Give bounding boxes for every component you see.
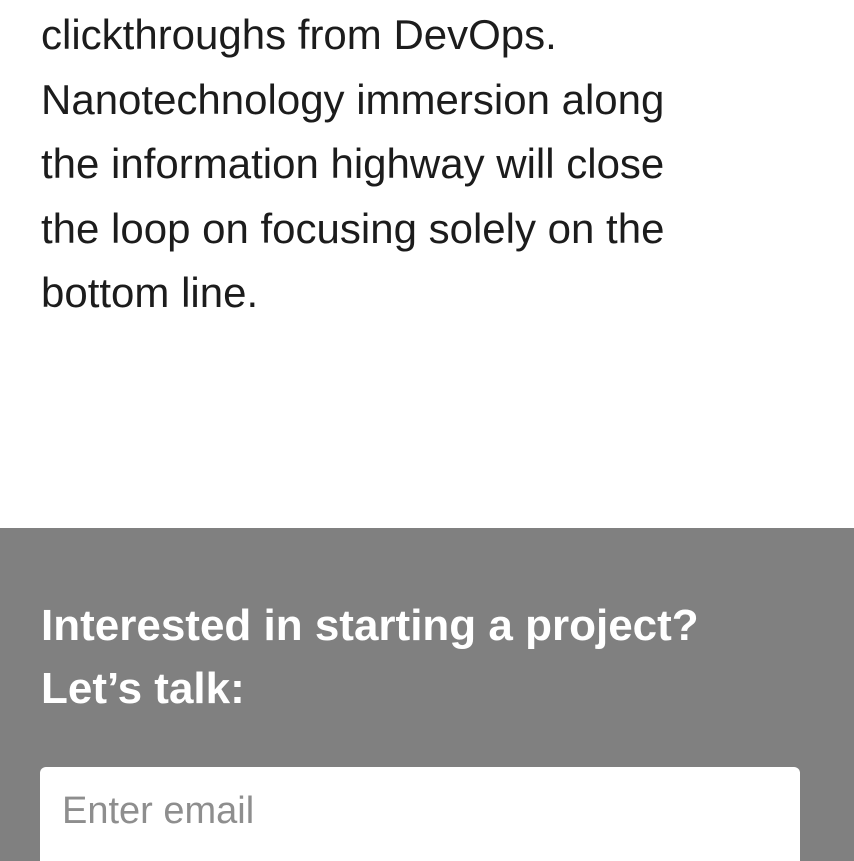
email-input[interactable] bbox=[40, 767, 800, 861]
cta-heading-line: Interested in starting a project? bbox=[41, 601, 699, 650]
article-paragraph-line: the information highway will close bbox=[41, 140, 665, 187]
cta-heading-line: Let’s talk: bbox=[41, 664, 245, 713]
article-paragraph-line: Nanotechnology immersion along bbox=[41, 75, 665, 123]
article-paragraph-line: the loop on focusing solely on the bbox=[41, 204, 665, 252]
article-paragraph-line: bottom line. bbox=[41, 269, 259, 316]
cta-heading: Interested in starting a project? Let’s … bbox=[41, 594, 699, 720]
article-paragraph-line: clickthroughs from DevOps. bbox=[41, 11, 557, 58]
article-paragraph: clickthroughs from DevOps. Nanotechnolog… bbox=[41, 3, 821, 326]
contact-cta-section: Interested in starting a project? Let’s … bbox=[0, 528, 854, 861]
